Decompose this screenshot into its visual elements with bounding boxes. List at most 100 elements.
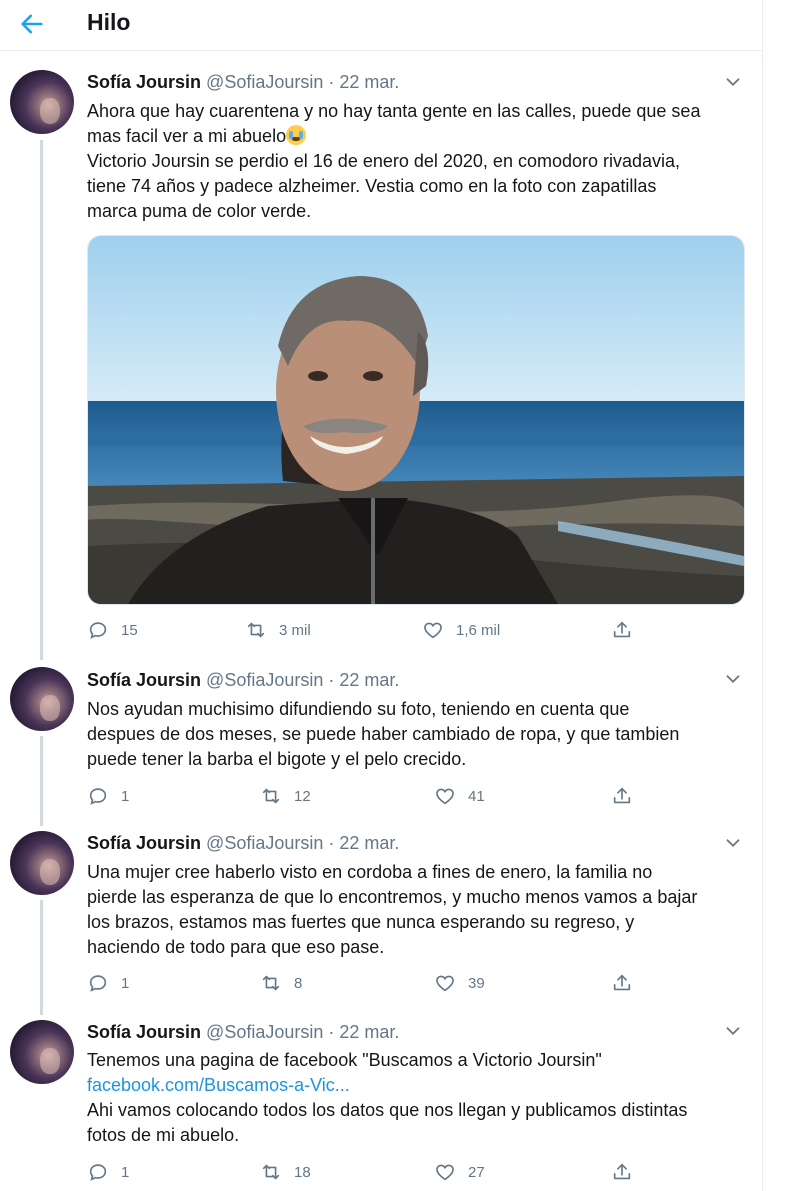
- reply-icon: [89, 788, 107, 805]
- tweet-actions: 1 8 39: [87, 970, 647, 996]
- tweet-actions: 15 3 mil 1,6 mil: [87, 617, 647, 643]
- like-button[interactable]: 41: [434, 783, 485, 809]
- retweet-button[interactable]: 3 mil: [245, 617, 311, 643]
- reply-button[interactable]: 1: [87, 970, 129, 996]
- thread-line: [40, 140, 43, 660]
- reply-count: 1: [121, 787, 130, 805]
- share-button[interactable]: [611, 617, 645, 643]
- tweet-meta: Sofía Joursin @SofiaJoursin · 22 mar.: [87, 1022, 399, 1043]
- avatar[interactable]: [10, 1020, 74, 1084]
- reply-button[interactable]: 1: [87, 1159, 129, 1185]
- share-button[interactable]: [611, 1159, 645, 1185]
- retweet-count: 3 mil: [279, 621, 311, 639]
- author-name[interactable]: Sofía Joursin: [87, 833, 201, 853]
- like-count: 39: [468, 974, 485, 992]
- retweet-button[interactable]: 12: [260, 783, 311, 809]
- heart-icon: [436, 788, 454, 805]
- author-name[interactable]: Sofía Joursin: [87, 670, 201, 690]
- like-button[interactable]: 1,6 mil: [422, 617, 500, 643]
- reply-icon: [89, 1164, 107, 1181]
- author-name[interactable]: Sofía Joursin: [87, 1022, 201, 1042]
- tweet-line: Ahi vamos colocando todos los datos que …: [87, 1100, 688, 1120]
- chevron-down-icon[interactable]: [722, 1020, 744, 1042]
- chevron-down-icon[interactable]: [722, 668, 744, 690]
- tweet-date[interactable]: 22 mar.: [339, 1022, 399, 1042]
- like-count: 27: [468, 1163, 485, 1181]
- heart-icon: [436, 975, 454, 992]
- reply-count: 1: [121, 1163, 130, 1181]
- chevron-down-icon[interactable]: [722, 832, 744, 854]
- retweet-button[interactable]: 8: [260, 970, 302, 996]
- separator: ·: [328, 833, 335, 853]
- author-handle[interactable]: @SofiaJoursin: [206, 72, 323, 92]
- heart-icon: [436, 1164, 454, 1181]
- tweet-meta: Sofía Joursin @SofiaJoursin · 22 mar.: [87, 72, 399, 93]
- like-button[interactable]: 27: [434, 1159, 485, 1185]
- heart-icon: [424, 622, 442, 639]
- share-icon: [613, 621, 631, 638]
- reply-icon: [89, 622, 107, 639]
- share-button[interactable]: [611, 783, 645, 809]
- share-icon: [613, 787, 631, 804]
- tweet-text: Una mujer cree haberlo visto en cordoba …: [87, 860, 747, 960]
- tweet-line: mas facil ver a mi abuelo: [87, 126, 287, 146]
- retweet-icon: [262, 975, 280, 991]
- tweet-line: haciendo de todo para que eso pase.: [87, 937, 385, 957]
- retweet-count: 8: [294, 974, 303, 992]
- retweet-button[interactable]: 18: [260, 1159, 311, 1185]
- tweet-actions: 1 18 27: [87, 1159, 647, 1185]
- tweet-date[interactable]: 22 mar.: [339, 833, 399, 853]
- tweet-line: tiene 74 años y padece alzheimer. Vestia…: [87, 176, 657, 196]
- crying-face-emoji-icon: [286, 125, 307, 145]
- author-handle[interactable]: @SofiaJoursin: [206, 1022, 323, 1042]
- like-count: 41: [468, 787, 485, 805]
- tweet-line: fotos de mi abuelo.: [87, 1125, 240, 1145]
- reply-count: 1: [121, 974, 130, 992]
- share-icon: [613, 1163, 631, 1180]
- author-handle[interactable]: @SofiaJoursin: [206, 833, 323, 853]
- retweet-icon: [262, 1164, 280, 1180]
- like-button[interactable]: 39: [434, 970, 485, 996]
- share-button[interactable]: [611, 970, 645, 996]
- reply-button[interactable]: 1: [87, 783, 129, 809]
- tweet-line: Nos ayudan muchisimo difundiendo su foto…: [87, 699, 630, 719]
- thread-page: Hilo Sofía Joursin @SofiaJoursin · 22 ma…: [0, 0, 763, 1191]
- retweet-count: 12: [294, 787, 311, 805]
- tweet-line: despues de dos meses, se puede haber cam…: [87, 724, 680, 744]
- tweet-date[interactable]: 22 mar.: [339, 670, 399, 690]
- tweet-line: puede tener la barba el bigote y el pelo…: [87, 749, 467, 769]
- tweet-text: Tenemos una pagina de facebook "Buscamos…: [87, 1048, 747, 1148]
- tweet-text: Nos ayudan muchisimo difundiendo su foto…: [87, 697, 747, 772]
- tweet-line: Tenemos una pagina de facebook "Buscamos…: [87, 1050, 602, 1070]
- tweet-actions: 1 12 41: [87, 783, 647, 809]
- back-arrow-icon[interactable]: [18, 10, 46, 38]
- tweet-text: Ahora que hay cuarentena y no hay tanta …: [87, 99, 747, 224]
- chevron-down-icon[interactable]: [722, 71, 744, 93]
- header: Hilo: [0, 0, 762, 51]
- facebook-link[interactable]: facebook.com/Buscamos-a-Vic...: [87, 1075, 350, 1095]
- avatar[interactable]: [10, 667, 74, 731]
- tweet-photo[interactable]: [87, 235, 745, 605]
- reply-button[interactable]: 15: [87, 617, 138, 643]
- share-icon: [613, 974, 631, 991]
- separator: ·: [328, 1022, 335, 1042]
- like-count: 1,6 mil: [456, 621, 501, 639]
- separator: ·: [328, 72, 335, 92]
- retweet-count: 18: [294, 1163, 311, 1181]
- thread-line: [40, 736, 43, 826]
- tweet-line: Una mujer cree haberlo visto en cordoba …: [87, 862, 653, 882]
- retweet-icon: [262, 788, 280, 804]
- page-title: Hilo: [87, 9, 131, 35]
- avatar[interactable]: [10, 70, 74, 134]
- avatar[interactable]: [10, 831, 74, 895]
- reply-icon: [89, 975, 107, 992]
- tweet-date[interactable]: 22 mar.: [339, 72, 399, 92]
- author-handle[interactable]: @SofiaJoursin: [206, 670, 323, 690]
- separator: ·: [328, 670, 335, 690]
- tweet-meta: Sofía Joursin @SofiaJoursin · 22 mar.: [87, 833, 399, 854]
- tweet-meta: Sofía Joursin @SofiaJoursin · 22 mar.: [87, 670, 399, 691]
- retweet-icon: [247, 622, 265, 638]
- tweet-line: marca puma de color verde.: [87, 201, 312, 221]
- author-name[interactable]: Sofía Joursin: [87, 72, 201, 92]
- tweet-line: los brazos, estamos mas fuertes que nunc…: [87, 912, 635, 932]
